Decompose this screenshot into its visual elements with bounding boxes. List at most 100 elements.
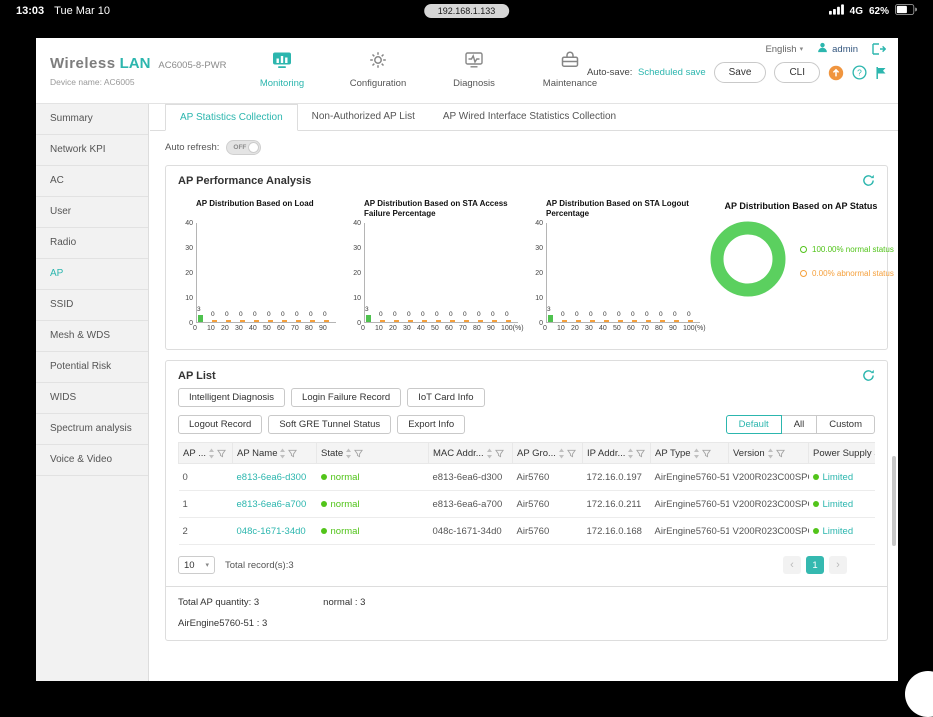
next-page-button[interactable]: › — [829, 556, 847, 574]
column-header-state[interactable]: State — [316, 442, 429, 464]
ap-name-link[interactable]: e813-6ea6-a700 — [237, 499, 307, 510]
bar-chart-ap-distribution-based-on-sta-access-failure-percentage: AP Distribution Based on STA Access Failu… — [344, 199, 523, 335]
bar-value-label: 0 — [407, 311, 411, 318]
sort-icon[interactable] — [486, 448, 493, 459]
view-default-button[interactable]: Default — [725, 415, 782, 434]
refresh-icon[interactable] — [862, 369, 875, 382]
y-tick-label: 30 — [535, 245, 543, 252]
save-button[interactable]: Save — [713, 62, 767, 83]
bar — [324, 320, 329, 322]
sort-icon[interactable] — [767, 448, 774, 459]
tab-ap-wired-interface-statistics-collection[interactable]: AP Wired Interface Statistics Collection — [429, 104, 630, 130]
sidebar-item-radio[interactable]: Radio — [36, 228, 148, 259]
filter-icon[interactable] — [566, 449, 576, 458]
feedback-flag-icon[interactable] — [875, 66, 888, 80]
login-failure-record-button[interactable]: Login Failure Record — [291, 388, 402, 407]
sidebar-item-user[interactable]: User — [36, 197, 148, 228]
language-select[interactable]: English ▾ — [765, 44, 803, 55]
sort-icon[interactable] — [693, 448, 700, 459]
main-content: AP Statistics Collection Non-Authorized A… — [150, 104, 898, 681]
sidebar-item-spectrum-analysis[interactable]: Spectrum analysis — [36, 414, 148, 445]
bar — [282, 320, 287, 322]
column-header-mac-addr[interactable]: MAC Addr... — [428, 442, 513, 464]
column-header-ap-gro[interactable]: AP Gro... — [512, 442, 583, 464]
nav-item-monitoring[interactable]: Monitoring — [251, 50, 313, 89]
sort-icon[interactable] — [558, 448, 565, 459]
y-tick-label: 40 — [353, 220, 361, 227]
version-cell: V200R023C00SPC... — [728, 490, 809, 518]
iot-card-info-button[interactable]: IoT Card Info — [407, 388, 485, 407]
filter-icon[interactable] — [217, 449, 227, 458]
prev-page-button[interactable]: ‹ — [783, 556, 801, 574]
nav-item-diagnosis[interactable]: Diagnosis — [443, 50, 505, 89]
ap-table-row: 0 e813-6ea6-d300 normal e813-6ea6-d300 Air57… — [178, 463, 875, 491]
page-size-select[interactable]: 10 ▾ — [178, 556, 215, 574]
help-icon[interactable]: ? — [852, 65, 867, 80]
tab-ap-statistics-collection[interactable]: AP Statistics Collection — [165, 104, 298, 131]
refresh-icon[interactable] — [862, 174, 875, 187]
sidebar-item-mesh-wds[interactable]: Mesh & WDS — [36, 321, 148, 352]
view-all-button[interactable]: All — [780, 415, 818, 434]
autosave-mode-link[interactable]: Scheduled save — [638, 67, 706, 78]
logout-record-button[interactable]: Logout Record — [178, 415, 263, 434]
main-nav: Monitoring Configuration Diagnosis Maintena… — [251, 50, 601, 89]
sidebar-item-ap[interactable]: AP — [36, 259, 148, 290]
filter-icon[interactable] — [494, 449, 504, 458]
sort-icon[interactable] — [208, 448, 215, 459]
bar — [590, 320, 595, 322]
export-info-button[interactable]: Export Info — [397, 415, 466, 434]
column-label: AP Type — [655, 447, 691, 459]
sidebar-item-network-kpi[interactable]: Network KPI — [36, 135, 148, 166]
sidebar-item-ssid[interactable]: SSID — [36, 290, 148, 321]
sort-icon[interactable] — [345, 448, 352, 459]
sidebar-item-wids[interactable]: WIDS — [36, 383, 148, 414]
bar-value-label: 0 — [463, 311, 467, 318]
filter-icon[interactable] — [288, 449, 298, 458]
bar-value-label: 0 — [589, 311, 593, 318]
column-header-ap[interactable]: AP ... — [178, 442, 233, 464]
y-tick-label: 0 — [357, 320, 361, 327]
address-pill[interactable]: 192.168.1.133 — [423, 4, 510, 18]
bar — [394, 320, 399, 322]
ap-name-cell: 048c-1671-34d0 — [232, 517, 317, 545]
sort-icon[interactable] — [279, 448, 286, 459]
x-tick-label: 10 — [557, 325, 565, 332]
intelligent-diagnosis-button[interactable]: Intelligent Diagnosis — [178, 388, 286, 407]
sidebar-item-ac[interactable]: AC — [36, 166, 148, 197]
ap-name-link[interactable]: 048c-1671-34d0 — [237, 526, 306, 537]
sidebar-item-summary[interactable]: Summary — [36, 104, 148, 135]
column-header-power-supply-status[interactable]: Power Supply Status — [808, 442, 875, 464]
cli-button[interactable]: CLI — [774, 62, 820, 83]
filter-icon[interactable] — [354, 449, 364, 458]
view-custom-button[interactable]: Custom — [816, 415, 875, 434]
column-header-ap-name[interactable]: AP Name — [232, 442, 317, 464]
nav-item-configuration[interactable]: Configuration — [347, 50, 409, 89]
filter-icon[interactable] — [775, 449, 785, 458]
state-text: normal — [330, 525, 360, 537]
soft-gre-tunnel-status-button[interactable]: Soft GRE Tunnel Status — [268, 415, 392, 434]
ip-cell: 172.16.0.168 — [582, 517, 651, 545]
logout-icon[interactable] — [872, 43, 886, 55]
user-menu[interactable]: admin — [817, 42, 858, 56]
mac-cell: e813-6ea6-d300 — [428, 463, 513, 491]
column-header-version[interactable]: Version — [728, 442, 809, 464]
sidebar-item-voice-video[interactable]: Voice & Video — [36, 445, 148, 476]
scrollbar-thumb[interactable] — [892, 456, 896, 546]
bar-value-label: 0 — [267, 311, 271, 318]
auto-refresh-toggle[interactable]: OFF — [226, 140, 262, 155]
assistant-icon[interactable] — [828, 65, 844, 81]
x-tick-label: 60 — [627, 325, 635, 332]
ap-id-cell: 1 — [178, 490, 233, 518]
filter-icon[interactable] — [636, 449, 646, 458]
column-header-ap-type[interactable]: AP Type — [650, 442, 729, 464]
ap-name-link[interactable]: e813-6ea6-d300 — [237, 472, 307, 483]
column-header-ip-addr[interactable]: IP Addr... — [582, 442, 651, 464]
chart-plot: 40 30 20 10 0 3 0 0 0 0 0 0 0 0 0 — [185, 220, 336, 327]
tab-non-authorized-ap-list[interactable]: Non-Authorized AP List — [298, 104, 429, 130]
sort-icon[interactable] — [627, 448, 634, 459]
x-tick-label: 20 — [571, 325, 579, 332]
filter-icon[interactable] — [701, 449, 711, 458]
page-1-button[interactable]: 1 — [806, 556, 824, 574]
ap-name-cell: e813-6ea6-d300 — [232, 463, 317, 491]
sidebar-item-potential-risk[interactable]: Potential Risk — [36, 352, 148, 383]
